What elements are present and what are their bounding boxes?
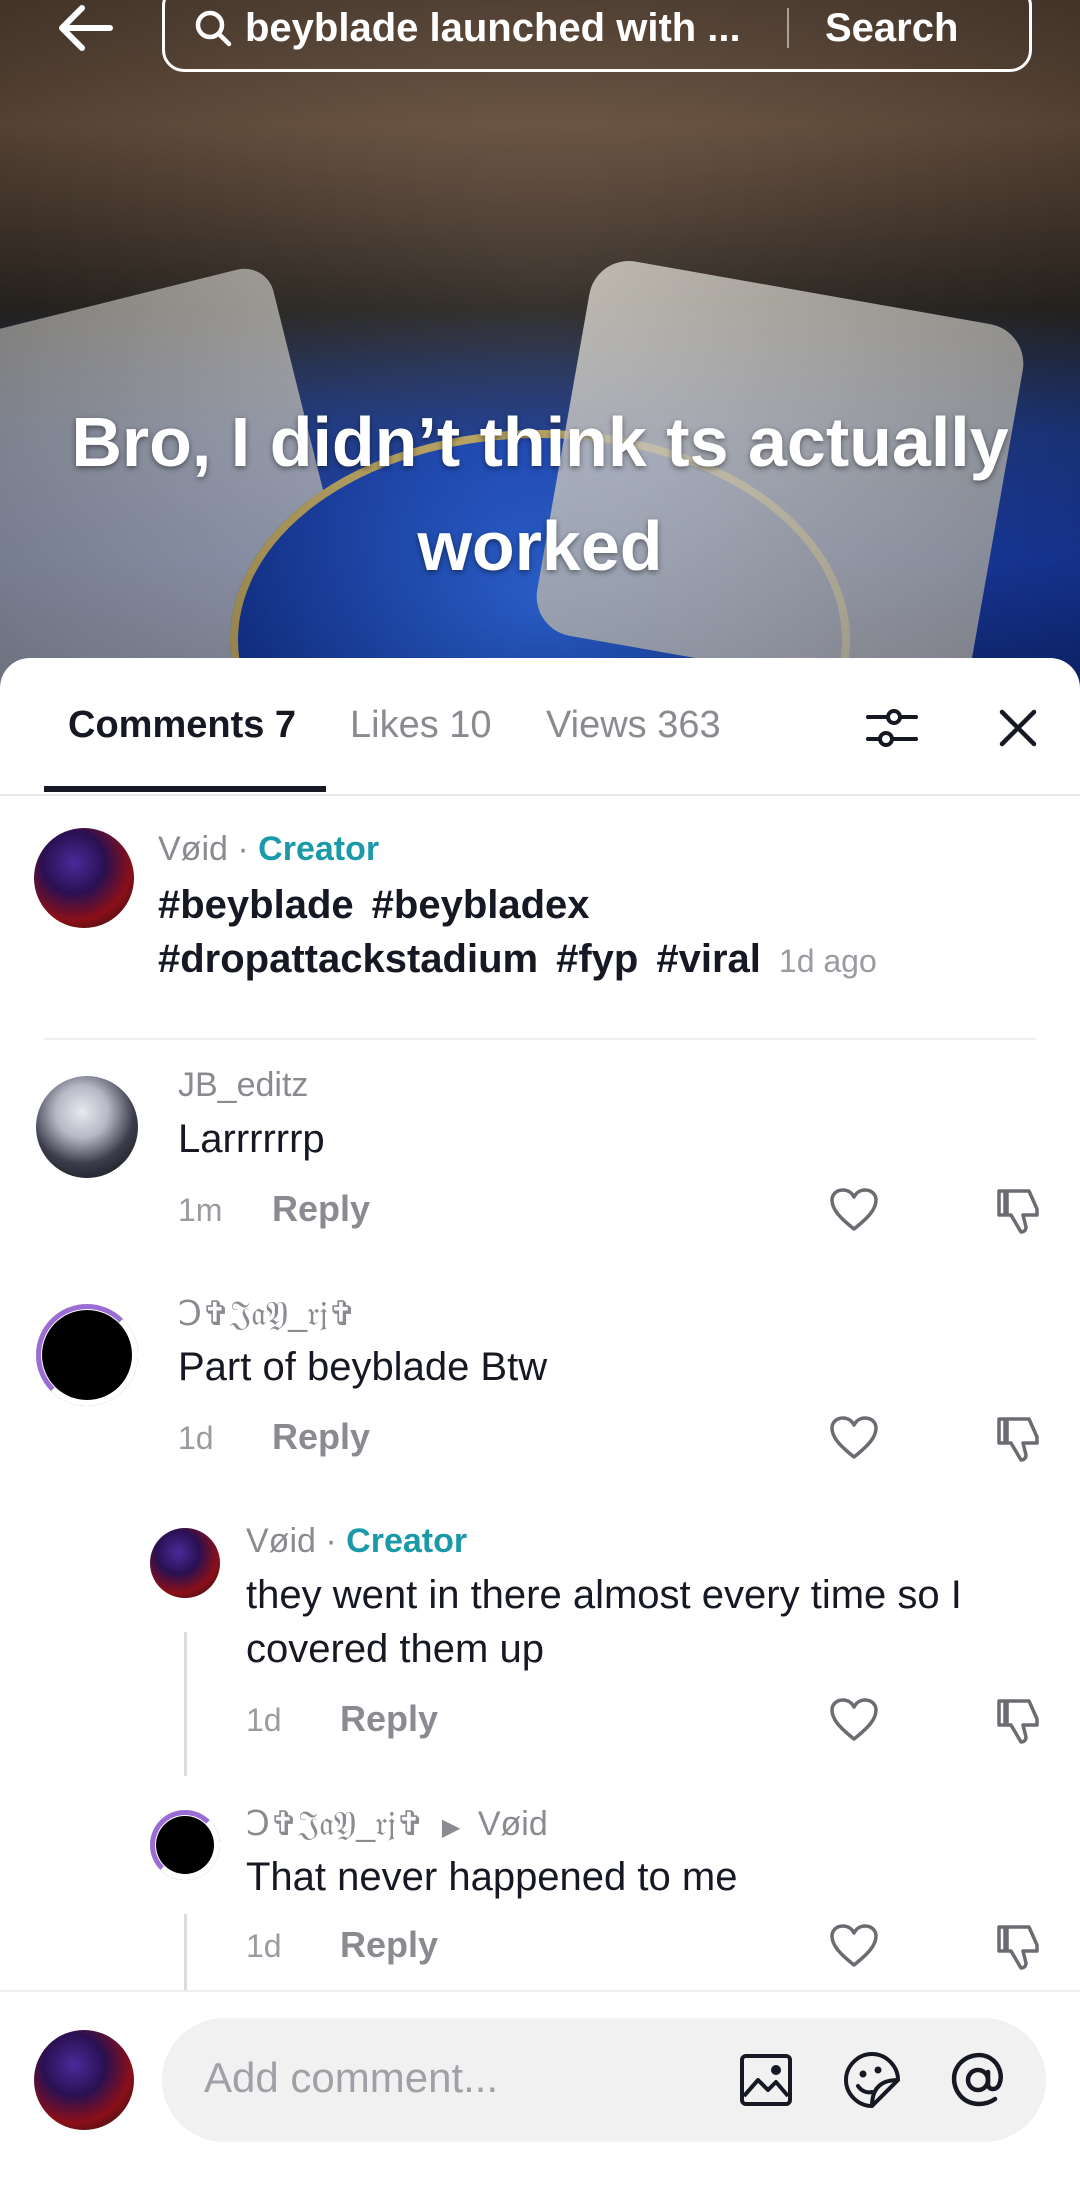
my-avatar[interactable] [34,2030,134,2130]
comment-author[interactable]: Vøid [158,830,228,868]
heart-icon [830,1188,878,1231]
comment-author-line: Vøid · Creator [246,1522,467,1561]
thumbs-down-icon [997,1189,1039,1234]
sheet-tabs: Comments 7 Likes 10 Views 363 [0,658,1080,796]
comment-time: 1d [246,1928,282,1964]
dislike-button[interactable] [988,1180,1048,1240]
comment-input-placeholder: Add comment... [204,2054,499,2101]
heart-icon [830,1924,878,1967]
reply-button[interactable]: Reply [272,1416,370,1458]
image-button[interactable] [736,2050,796,2110]
filter-button[interactable] [862,698,922,758]
hashtag-link[interactable]: #beyblade [158,883,354,927]
like-button[interactable] [824,1916,884,1976]
like-button[interactable] [824,1180,884,1240]
tab-comments[interactable]: Comments 7 [68,704,296,747]
thumbs-down-icon [997,1699,1039,1744]
close-icon [999,709,1037,747]
search-divider [787,8,789,48]
filter-sliders-icon [866,709,918,747]
avatar[interactable] [150,1810,220,1880]
heart-icon [830,1416,878,1459]
avatar[interactable] [150,1528,220,1598]
dislike-button[interactable] [988,1916,1048,1976]
reply-arrow-icon: ▶ [441,1814,461,1841]
like-button[interactable] [824,1408,884,1468]
thumbs-down-icon [997,1925,1039,1970]
comment-author-line: Ↄ✞𝔍𝔞𝔜_𝔯𝔧✞ ▶ Vøid [246,1804,548,1844]
emoji-sticker-icon [844,2052,900,2108]
comment-input-bar: Add comment... [0,1990,1080,2186]
comment-author[interactable]: JB_editz [178,1066,308,1105]
creator-badge: Creator [258,830,380,868]
caption-hashtags: #beyblade #beybladex #dropattackstadium #f… [158,878,1038,988]
back-arrow-icon [59,5,113,51]
image-icon [740,2054,792,2106]
comment-input[interactable]: Add comment... [162,2018,1046,2142]
hashtag-link[interactable]: #fyp [556,937,638,981]
separator-dot: · [237,830,249,868]
comments-sheet: Comments 7 Likes 10 Views 363 Vøid · Cre… [0,658,1080,2184]
reply-button[interactable]: Reply [340,1924,438,1966]
dislike-button[interactable] [988,1408,1048,1468]
comment-author[interactable]: Ↄ✞𝔍𝔞𝔜_𝔯𝔧✞ [178,1294,356,1334]
top-bar: beyblade launched with ... Search [0,0,1080,80]
comment-time: 1d [178,1420,214,1456]
at-mention-icon [951,2052,1003,2107]
search-icon [193,8,233,48]
thread-line [184,1914,187,1990]
hashtag-link[interactable]: #dropattackstadium [158,937,538,981]
comment-time: 1d ago [778,943,877,979]
avatar[interactable] [36,1076,138,1178]
search-bar[interactable]: beyblade launched with ... Search [162,0,1032,72]
hashtag-link[interactable]: #viral [656,937,761,981]
comment-time: 1m [178,1192,223,1228]
avatar[interactable] [34,828,134,928]
comment-author-line: Vøid · Creator [158,830,379,869]
comment-author[interactable]: Ↄ✞𝔍𝔞𝔜_𝔯𝔧✞ [246,1805,424,1843]
avatar[interactable] [36,1304,138,1406]
divider [44,1038,1036,1040]
comment-text: Larrrrrrp [178,1117,325,1161]
comment-text: Part of beyblade Btw [178,1345,548,1389]
reply-to-user[interactable]: Vøid [478,1805,548,1843]
comment-text: That never happened to me [246,1855,738,1899]
heart-icon [830,1698,878,1741]
back-button[interactable] [56,0,116,56]
tab-likes[interactable]: Likes 10 [350,704,492,747]
reply-button[interactable]: Reply [340,1698,438,1740]
search-button[interactable]: Search [825,6,958,51]
close-button[interactable] [988,698,1048,758]
active-tab-indicator [44,786,326,792]
video-caption: Bro, I didn’t think ts actually worked [71,403,1009,585]
avatar-ring [150,1810,220,1880]
dislike-button[interactable] [988,1690,1048,1750]
sticker-button[interactable] [842,2050,902,2110]
comment-author[interactable]: Vøid [246,1522,316,1560]
thumbs-down-icon [997,1417,1039,1462]
like-button[interactable] [824,1690,884,1750]
mention-button[interactable] [948,2050,1008,2110]
avatar-ring [36,1304,138,1406]
hashtag-link[interactable]: #beybladex [372,883,590,927]
separator-dot: · [325,1522,337,1560]
reply-button[interactable]: Reply [272,1188,370,1230]
creator-badge: Creator [346,1522,468,1560]
tab-views[interactable]: Views 363 [546,704,721,747]
comment-time: 1d [246,1702,282,1738]
comment-text: they went in there almost every time so … [246,1573,962,1671]
thread-line [184,1632,187,1776]
search-query[interactable]: beyblade launched with ... [245,6,765,51]
